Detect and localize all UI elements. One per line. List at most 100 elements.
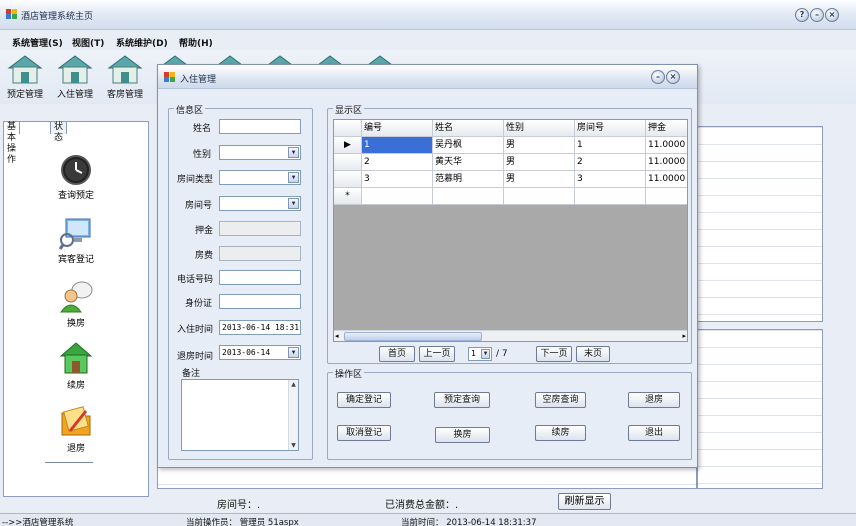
next-page-button[interactable]: 下一页 (536, 346, 572, 362)
cancel-register-button[interactable]: 取消登记 (337, 425, 391, 441)
grid-col-room-no[interactable]: 房间号 (575, 120, 646, 137)
sidebar-query-reservation[interactable]: 查询预定 (3, 154, 149, 201)
table-row[interactable]: 3 范慕明 男 3 11.0000 (334, 171, 687, 188)
room-no-label: 房间号 (185, 201, 213, 211)
status-app: -->>酒店管理系统 (2, 518, 74, 526)
sidebar-checkout[interactable]: 退房 (3, 403, 149, 454)
grid-col-deposit[interactable]: 押金 (646, 120, 687, 137)
checkout-time-label: 退房时间 (177, 352, 214, 362)
tab-basic-ops[interactable]: 基本操作 (3, 121, 21, 165)
last-page-button[interactable]: 末页 (576, 346, 610, 362)
grid-cell[interactable]: 3 (362, 171, 433, 188)
dialog-titlebar: 入住管理 – × (158, 65, 697, 89)
menubar: 系统管理(S) 视图(T) 系统维护(D) 帮助(H) (0, 33, 856, 49)
gender-select[interactable]: ▼ (219, 145, 301, 160)
confirm-register-button[interactable]: 确定登记 (337, 392, 391, 408)
grid-cell[interactable]: 1 (575, 137, 646, 154)
sidebar-extend-stay[interactable]: 续房 (3, 340, 149, 391)
gender-label: 性别 (193, 150, 212, 160)
vacant-room-query-button[interactable]: 空房查询 (535, 392, 586, 408)
table-row[interactable]: ▶ 1 吴丹枫 男 1 11.0000 (334, 137, 687, 154)
scroll-right-icon[interactable]: ▸ (682, 332, 686, 340)
grid-new-row[interactable]: * (334, 188, 687, 205)
row-header (334, 154, 362, 171)
app-logo-icon (6, 9, 18, 19)
chevron-down-icon: ▼ (288, 147, 299, 158)
help-button[interactable]: ? (795, 8, 809, 22)
remark-scrollbar[interactable]: ▲ ▼ (288, 380, 298, 450)
grid-cell[interactable]: 男 (504, 137, 575, 154)
dialog-minimize-button[interactable]: – (651, 70, 665, 84)
menu-system-manage[interactable]: 系统管理(S) (12, 36, 63, 49)
id-card-input[interactable] (219, 294, 301, 309)
checkout-button[interactable]: 退房 (628, 392, 680, 408)
page-select[interactable]: 1 ▼ (468, 347, 492, 361)
house-icon (107, 55, 143, 84)
room-type-select[interactable]: ▼ (219, 170, 301, 185)
grid-cell[interactable] (504, 188, 575, 205)
info-group-title: 信息区 (174, 103, 206, 116)
grid-cell[interactable]: 1 (362, 137, 433, 154)
grid-col-name[interactable]: 姓名 (433, 120, 504, 137)
sidebar-change-room[interactable]: 换房 (3, 278, 149, 329)
grid-cell[interactable]: 吴丹枫 (433, 137, 504, 154)
menu-help[interactable]: 帮助(H) (179, 36, 213, 49)
refresh-display-button[interactable]: 刷新显示 (558, 493, 611, 510)
grid-cell[interactable]: 2 (575, 154, 646, 171)
grid-cell[interactable] (646, 188, 687, 205)
checkin-dialog: 入住管理 – × 信息区 姓名 性别 ▼ 房间类型 ▼ 房间号 ▼ 押金 房费 … (157, 64, 698, 468)
toolbar-checkin-manage[interactable]: 入住管理 (50, 53, 100, 103)
grid-cell[interactable]: 黄天华 (433, 154, 504, 171)
table-row[interactable]: 2 黄天华 男 2 11.0000 (334, 154, 687, 171)
menu-view[interactable]: 视图(T) (72, 36, 104, 49)
grid-cell[interactable]: 范慕明 (433, 171, 504, 188)
grid-cell[interactable]: 男 (504, 171, 575, 188)
prev-page-button[interactable]: 上一页 (419, 346, 455, 362)
name-input[interactable] (219, 119, 301, 134)
toolbar-room-manage[interactable]: 客房管理 (100, 53, 150, 103)
chevron-down-icon: ▼ (288, 172, 299, 183)
room-fee-input[interactable] (219, 246, 301, 261)
first-page-button[interactable]: 首页 (379, 346, 415, 362)
checkout-time-picker[interactable]: 2013-06-14 ▼ (219, 345, 301, 360)
grid-cell[interactable] (362, 188, 433, 205)
checkin-time-input[interactable]: 2013-06-14 18:31:37 (219, 320, 301, 335)
phone-input[interactable] (219, 270, 301, 285)
extend-stay-button[interactable]: 续房 (535, 425, 586, 441)
phone-label: 电话号码 (177, 275, 214, 285)
grid-cell[interactable]: 男 (504, 154, 575, 171)
scroll-thumb[interactable] (344, 332, 482, 341)
dialog-close-button[interactable]: × (666, 70, 680, 84)
page-select-value: 1 (471, 349, 476, 358)
change-room-button[interactable]: 换房 (435, 427, 490, 443)
toolbar-reserve-manage[interactable]: 预定管理 (0, 53, 50, 103)
guest-grid[interactable]: 编号 姓名 性别 房间号 押金 ▶ 1 吴丹枫 男 1 11.0000 2 黄天… (333, 119, 688, 342)
calendar-dropdown-icon[interactable]: ▼ (288, 347, 299, 358)
grid-cell[interactable]: 11.0000 (646, 171, 687, 188)
scroll-up-icon[interactable]: ▲ (289, 380, 298, 389)
room-no-select[interactable]: ▼ (219, 196, 301, 211)
close-button[interactable]: × (825, 8, 839, 22)
scroll-left-icon[interactable]: ◂ (335, 332, 339, 340)
grid-col-id[interactable]: 编号 (362, 120, 433, 137)
grid-cell[interactable]: 11.0000 (646, 137, 687, 154)
grid-cell[interactable] (575, 188, 646, 205)
grid-col-gender[interactable]: 性别 (504, 120, 575, 137)
remark-textarea[interactable]: ▲ ▼ (181, 379, 299, 451)
menu-system-maintain[interactable]: 系统维护(D) (116, 36, 168, 49)
house-icon (7, 55, 43, 84)
sidebar-guest-register[interactable]: 宾客登记 (3, 216, 149, 265)
grid-cell[interactable] (433, 188, 504, 205)
deposit-input[interactable] (219, 221, 301, 236)
grid-cell[interactable]: 11.0000 (646, 154, 687, 171)
minimize-button[interactable]: – (810, 8, 824, 22)
grid-cell[interactable]: 3 (575, 171, 646, 188)
reservation-query-button[interactable]: 预定查询 (434, 392, 490, 408)
exit-button[interactable]: 退出 (628, 425, 680, 441)
grid-corner (334, 120, 362, 137)
tab-status[interactable]: 状态 (50, 121, 68, 143)
scroll-down-icon[interactable]: ▼ (289, 441, 298, 450)
grid-cell[interactable]: 2 (362, 154, 433, 171)
total-spent-label: 已消费总金额：. (385, 500, 459, 511)
grid-horizontal-scrollbar[interactable]: ◂ ▸ (334, 330, 687, 341)
